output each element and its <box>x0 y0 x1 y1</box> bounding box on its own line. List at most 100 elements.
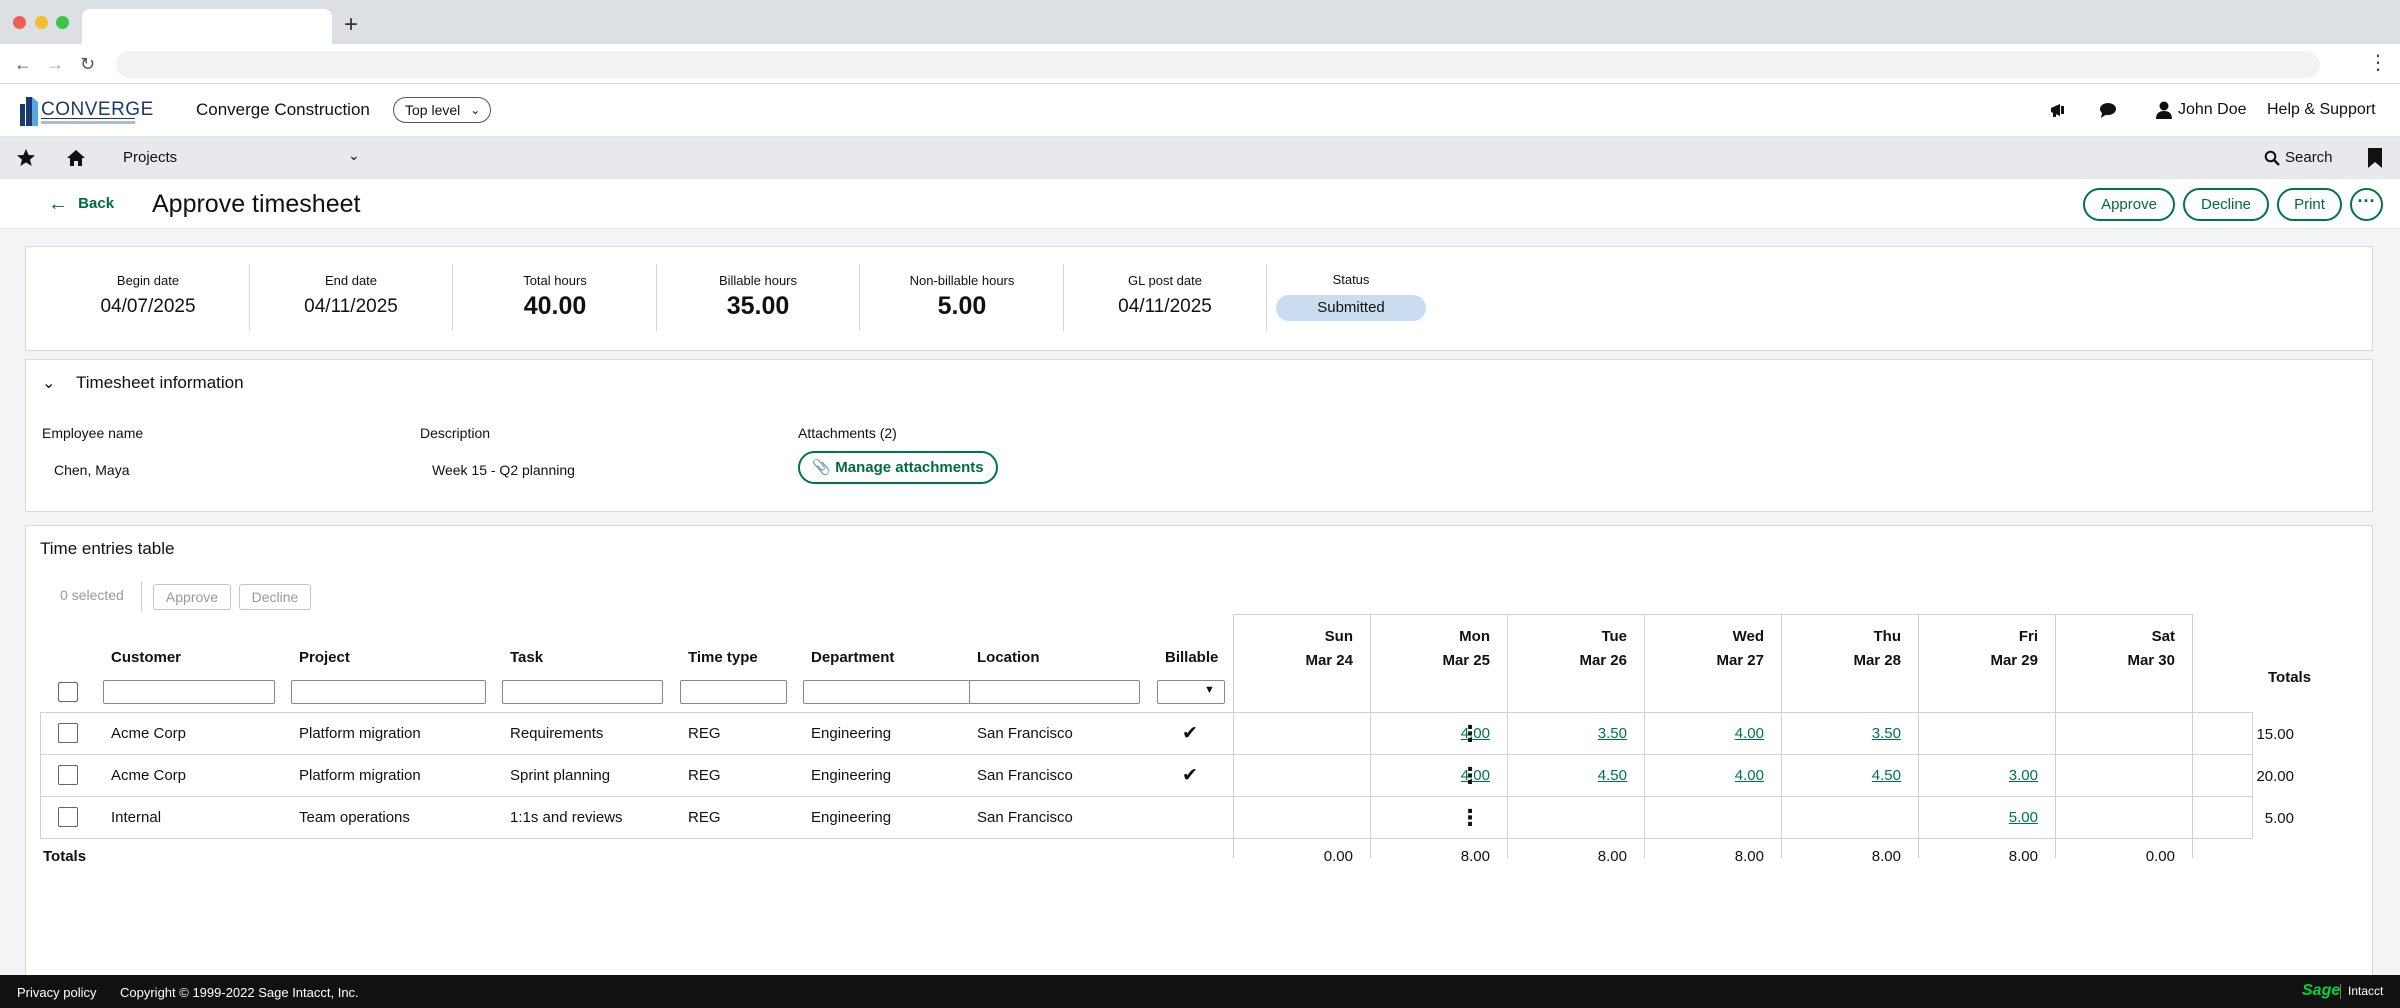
chevron-down-icon[interactable]: ⌄ <box>42 373 55 393</box>
column-header-billable[interactable]: Billable <box>1165 649 1218 666</box>
cell-location: San Francisco <box>977 725 1073 742</box>
stat-label: Total hours <box>523 273 587 288</box>
chat-bubble-icon[interactable] <box>2098 100 2118 120</box>
page-content: Begin date 04/07/2025 End date 04/11/202… <box>0 229 2400 977</box>
megaphone-icon[interactable] <box>2049 100 2069 120</box>
window-close-button[interactable] <box>13 16 26 29</box>
row-checkbox[interactable] <box>58 807 78 827</box>
customer-filter-input[interactable] <box>103 680 275 704</box>
day-date: Mar 28 <box>1853 652 1901 669</box>
window-maximize-button[interactable] <box>56 16 69 29</box>
page-title: Approve timesheet <box>152 190 361 218</box>
help-support-link[interactable]: Help & Support <box>2267 101 2376 119</box>
hours-link-fri[interactable]: 3.00 <box>1918 767 2038 784</box>
reload-icon[interactable]: ↻ <box>80 52 95 76</box>
search-icon[interactable] <box>2264 150 2280 166</box>
hours-link-wed[interactable]: 4.00 <box>1644 767 1764 784</box>
row-actions-icon[interactable]: ⋮ <box>1459 723 1481 745</box>
day-total-sun: 0.00 <box>1323 848 1353 865</box>
column-header-time-type[interactable]: Time type <box>688 649 758 666</box>
stat-non-billable-hours: Non-billable hours 5.00 <box>861 264 1064 331</box>
stat-value: 40.00 <box>523 292 587 320</box>
home-icon[interactable] <box>66 148 86 168</box>
print-button[interactable]: Print <box>2277 188 2342 221</box>
column-header-project[interactable]: Project <box>299 649 350 666</box>
bulk-decline-button[interactable]: Decline <box>239 584 311 610</box>
day-name: Mon <box>1459 628 1490 645</box>
status-badge: Submitted <box>1276 295 1426 321</box>
day-column-end <box>2192 615 2193 858</box>
column-header-department[interactable]: Department <box>811 649 894 666</box>
row-checkbox[interactable] <box>58 723 78 743</box>
row-actions-icon[interactable]: ⋮ <box>1459 807 1481 829</box>
bulk-approve-button[interactable]: Approve <box>153 584 231 610</box>
browser-menu-icon[interactable]: ⋮ <box>2368 50 2388 75</box>
decline-button[interactable]: Decline <box>2183 188 2269 221</box>
forward-arrow-icon[interactable]: → <box>46 52 64 76</box>
cell-customer: Acme Corp <box>111 725 187 742</box>
stat-billable-hours: Billable hours 35.00 <box>657 264 860 331</box>
select-all-checkbox[interactable] <box>58 682 78 702</box>
back-button[interactable]: ← Back <box>48 193 114 216</box>
hours-link-thu[interactable]: 4.50 <box>1781 767 1901 784</box>
day-header-fri: Fri Mar 29 <box>1918 626 2038 672</box>
hours-link-wed[interactable]: 4.00 <box>1644 725 1764 742</box>
location-filter-input[interactable] <box>969 680 1140 704</box>
time-type-filter-input[interactable] <box>680 680 787 704</box>
search-link[interactable]: Search <box>2285 149 2333 166</box>
page-header: ← Back Approve timesheet Approve Decline… <box>0 179 2400 229</box>
privacy-policy-link[interactable]: Privacy policy <box>17 985 96 1000</box>
timesheet-information-section: ⌄ Timesheet information Employee name Ch… <box>25 359 2373 512</box>
cell-customer: Acme Corp <box>111 767 187 784</box>
stat-gl-post-date: GL post date 04/11/2025 <box>1064 264 1267 331</box>
manage-attachments-label: Manage attachments <box>835 459 984 476</box>
day-header-thu: Thu Mar 28 <box>1781 626 1901 672</box>
task-filter-input[interactable] <box>502 680 663 704</box>
approve-button[interactable]: Approve <box>2083 188 2175 221</box>
day-name: Wed <box>1732 628 1764 645</box>
day-total-mon: 8.00 <box>1460 848 1490 865</box>
user-menu[interactable]: John Doe <box>2178 101 2247 119</box>
section-title[interactable]: Timesheet information <box>76 373 244 393</box>
cell-project: Platform migration <box>299 767 421 784</box>
employee-name-label: Employee name <box>42 425 144 441</box>
manage-attachments-button[interactable]: 📎 Manage attachments <box>798 451 998 484</box>
bookmark-icon[interactable] <box>2368 148 2382 168</box>
employee-name-value: Chen, Maya <box>54 462 130 478</box>
url-input[interactable] <box>116 51 2320 78</box>
row-actions-icon[interactable]: ⋮ <box>1459 765 1481 787</box>
window-minimize-button[interactable] <box>35 16 48 29</box>
column-header-totals: Totals <box>2268 669 2312 686</box>
more-actions-button[interactable]: ··· <box>2350 188 2383 221</box>
row-checkbox[interactable] <box>58 765 78 785</box>
hours-link-tue[interactable]: 4.50 <box>1507 767 1627 784</box>
column-header-task[interactable]: Task <box>510 649 543 666</box>
sage-logo: Sage <box>2302 982 2341 999</box>
row-divider <box>40 754 2252 755</box>
day-date: Mar 29 <box>1990 652 2038 669</box>
day-header-wed: Wed Mar 27 <box>1644 626 1764 672</box>
column-header-customer[interactable]: Customer <box>111 649 181 666</box>
hours-link-thu[interactable]: 3.50 <box>1781 725 1901 742</box>
day-date: Mar 27 <box>1716 652 1764 669</box>
day-name: Sat <box>2151 628 2175 645</box>
hours-link-tue[interactable]: 3.50 <box>1507 725 1627 742</box>
day-header-sun: Sun Mar 24 <box>1233 626 1353 672</box>
cell-project: Team operations <box>299 809 410 826</box>
back-arrow-icon[interactable]: ← <box>14 52 32 76</box>
entity-selector[interactable]: Top level ⌄ <box>393 97 492 123</box>
copyright-text: Copyright © 1999-2022 Sage Intacct, Inc. <box>120 985 359 1000</box>
department-filter-input[interactable] <box>803 680 973 704</box>
project-filter-input[interactable] <box>291 680 486 704</box>
day-name: Thu <box>1873 628 1902 645</box>
column-header-location[interactable]: Location <box>977 649 1040 666</box>
billable-filter-select[interactable]: ▼ <box>1157 680 1225 704</box>
new-tab-button[interactable]: + <box>344 10 358 40</box>
attachments-label: Attachments (2) <box>798 425 897 441</box>
browser-tab[interactable] <box>82 9 332 44</box>
star-icon[interactable] <box>16 148 36 168</box>
hours-link-fri[interactable]: 5.00 <box>1918 809 2038 826</box>
chevron-down-icon[interactable]: ⌄ <box>348 147 360 164</box>
module-selector[interactable]: Projects <box>123 149 177 166</box>
day-total-fri: 8.00 <box>2008 848 2038 865</box>
